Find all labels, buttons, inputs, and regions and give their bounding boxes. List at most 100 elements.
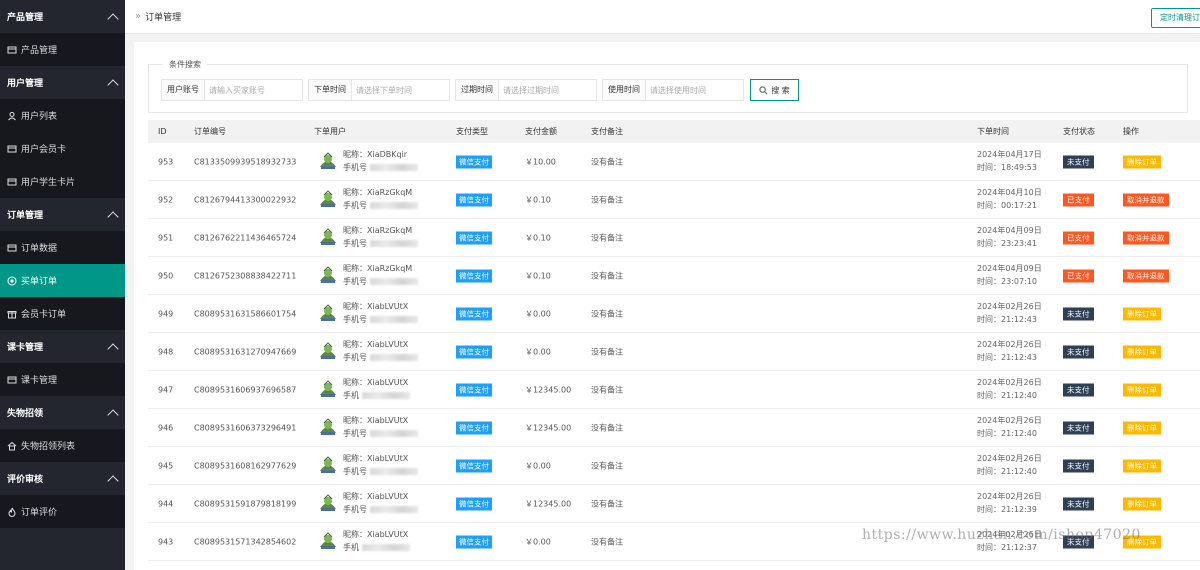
cell-user: 昵称：XiabLVUtX 手机号 — [343, 490, 418, 516]
chevron-up-icon — [107, 342, 119, 355]
sidebar-item[interactable]: 会员卡订单 — [0, 297, 125, 330]
cancel-refund-button[interactable]: 取消并退款 — [1123, 269, 1169, 282]
home-icon — [7, 441, 17, 451]
order-time: 时间：21:12:37 — [977, 543, 1037, 552]
order-time-input[interactable] — [352, 80, 449, 100]
table-row: 948 C8089531631270947669 昵称：XiabLVUtX 手机… — [148, 333, 1200, 371]
cell-amount: ￥0.10 — [525, 233, 551, 242]
cancel-refund-button[interactable]: 取消并退款 — [1123, 193, 1169, 206]
breadcrumb-current[interactable]: 订单管理 — [145, 10, 181, 23]
cell-order-no: C8126752308838422711 — [194, 271, 297, 280]
user-account-input[interactable] — [205, 80, 302, 100]
cell-order-no: C8126794413300022932 — [194, 195, 297, 204]
delete-order-button[interactable]: 删除订单 — [1123, 459, 1161, 472]
cell-amount: ￥0.10 — [525, 271, 551, 280]
sidebar-item[interactable]: 课卡管理 — [0, 363, 125, 396]
sidebar-item[interactable]: 订单评价 — [0, 495, 125, 528]
search-icon — [759, 85, 768, 94]
cell-remark: 没有备注 — [591, 347, 623, 356]
delete-order-button[interactable]: 删除订单 — [1123, 345, 1161, 358]
pay-type-badge: 微信支付 — [456, 231, 492, 244]
cell-remark: 没有备注 — [591, 537, 623, 546]
order-date: 2024年02月26日 — [977, 378, 1042, 387]
order-date: 2024年02月26日 — [977, 340, 1042, 349]
delete-order-button[interactable]: 删除订单 — [1123, 307, 1161, 320]
order-date: 2024年04月10日 — [977, 188, 1042, 197]
cell-order-no: C8133509939518932733 — [194, 157, 297, 166]
user-phone-label: 手机号 — [343, 353, 367, 362]
sidebar-group-header[interactable]: 产品管理 — [0, 0, 125, 33]
fire-icon — [7, 507, 17, 517]
sidebar-group-title: 订单管理 — [7, 211, 44, 221]
blurred-phone — [369, 354, 418, 361]
sidebar-item[interactable]: 用户列表 — [0, 99, 125, 132]
cell-id: 949 — [158, 309, 174, 318]
avatar — [318, 265, 338, 285]
cell-time: 2024年02月26日 时间：21:12:40 — [977, 452, 1042, 478]
expire-time-label: 过期时间 — [456, 80, 499, 100]
expire-time-input[interactable] — [499, 80, 596, 100]
delete-order-button[interactable]: 删除订单 — [1123, 155, 1161, 168]
sidebar-group-title: 失物招领 — [7, 409, 44, 419]
cell-order-no: C8089531631586601754 — [194, 309, 297, 318]
delete-order-button[interactable]: 删除订单 — [1123, 421, 1161, 434]
order-time: 时间：21:12:43 — [977, 353, 1037, 362]
pay-type-badge: 微信支付 — [456, 421, 492, 434]
cell-amount: ￥12345.00 — [525, 423, 572, 432]
breadcrumb-separator: » — [135, 11, 142, 22]
delete-order-button[interactable]: 删除订单 — [1123, 383, 1161, 396]
sidebar-item-label: 会员卡订单 — [21, 310, 67, 320]
user-nickname: 昵称：XiabLVUtX — [343, 530, 409, 539]
cell-time: 2024年04月09日 时间：23:23:41 — [977, 224, 1042, 250]
cancel-refund-button[interactable]: 取消并退款 — [1123, 231, 1169, 244]
blurred-phone — [361, 392, 410, 399]
user-phone-label: 手机 — [343, 543, 359, 552]
pay-type-badge: 微信支付 — [456, 383, 492, 396]
table-row: 943 C8089531571342854602 昵称：XiabLVUtX 手机… — [148, 523, 1200, 561]
status-badge: 已支付 — [1063, 269, 1094, 282]
sidebar-item[interactable]: 用户会员卡 — [0, 132, 125, 165]
gift-icon — [7, 309, 17, 319]
cell-user: 昵称：XiabLVUtX 手机号 — [343, 414, 418, 440]
cron-clean-orders-button[interactable]: 定时清理订单 — [1151, 8, 1200, 28]
delete-order-button[interactable]: 删除订单 — [1123, 497, 1161, 510]
use-time-input[interactable] — [646, 80, 743, 100]
user-phone-label: 手机号 — [343, 163, 367, 172]
cell-user: 昵称：XiaRzGkqM 手机号 — [343, 186, 418, 212]
sidebar-item[interactable]: 订单数据 — [0, 231, 125, 264]
table-row: 950 C8126752308838422711 昵称：XiaRzGkqM 手机… — [148, 257, 1200, 295]
user-phone-label: 手机号 — [343, 315, 367, 324]
user-phone-label: 手机号 — [343, 429, 367, 438]
sidebar-item[interactable]: 用户学生卡片 — [0, 165, 125, 198]
table-row: 953 C8133509939518932733 昵称：XiaDBKqir 手机… — [148, 143, 1200, 181]
cell-id: 953 — [158, 157, 174, 166]
sidebar-group-header[interactable]: 失物招领 — [0, 396, 125, 429]
cell-user: 昵称：XiabLVUtX 手机号 — [343, 452, 418, 478]
sidebar-item-label: 订单评价 — [21, 508, 58, 518]
status-badge: 未支付 — [1063, 535, 1094, 548]
cell-remark: 没有备注 — [591, 461, 623, 470]
main-panel: 条件搜索 用户账号 下单时间 过期时间 使用时间 搜 索 ID 订单编号 下单用… — [134, 42, 1200, 570]
cell-id: 952 — [158, 195, 174, 204]
sidebar-group-header[interactable]: 用户管理 — [0, 66, 125, 99]
cell-remark: 没有备注 — [591, 309, 623, 318]
cell-id: 943 — [158, 537, 174, 546]
status-badge: 未支付 — [1063, 307, 1094, 320]
sidebar-group-header[interactable]: 订单管理 — [0, 198, 125, 231]
sidebar-item[interactable]: 产品管理 — [0, 33, 125, 66]
search-button[interactable]: 搜 索 — [750, 79, 799, 101]
sidebar-group-title: 用户管理 — [7, 79, 44, 89]
sidebar-item[interactable]: 失物招领列表 — [0, 429, 125, 462]
sidebar-group-header[interactable]: 评价审核 — [0, 462, 125, 495]
chevron-up-icon — [107, 12, 119, 25]
card-icon — [7, 375, 17, 385]
sidebar-group-header[interactable]: 课卡管理 — [0, 330, 125, 363]
cell-amount: ￥12345.00 — [525, 385, 572, 394]
sidebar: 产品管理 产品管理用户管理用户列表 用户会员卡 用户学生卡片订单管理订单数据 买单订单会… — [0, 0, 125, 570]
sidebar-item[interactable]: 买单订单 — [0, 264, 125, 297]
cell-order-no: C8089531606373296491 — [194, 423, 297, 432]
cell-amount: ￥10.00 — [525, 157, 556, 166]
delete-order-button[interactable]: 删除订单 — [1123, 535, 1161, 548]
status-badge: 已支付 — [1063, 193, 1094, 206]
order-date: 2024年04月09日 — [977, 226, 1042, 235]
